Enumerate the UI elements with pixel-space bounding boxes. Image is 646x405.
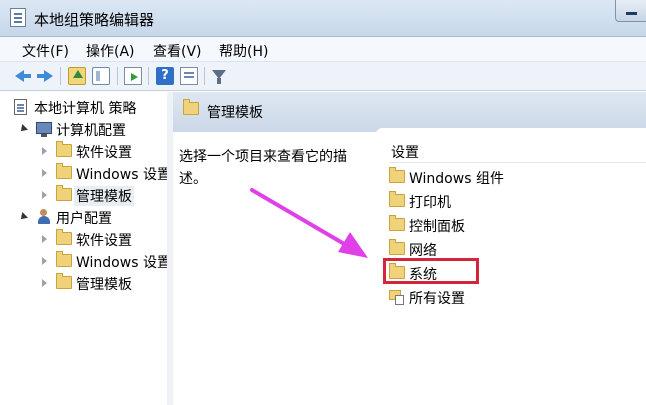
annotation-arrow: [250, 188, 368, 258]
